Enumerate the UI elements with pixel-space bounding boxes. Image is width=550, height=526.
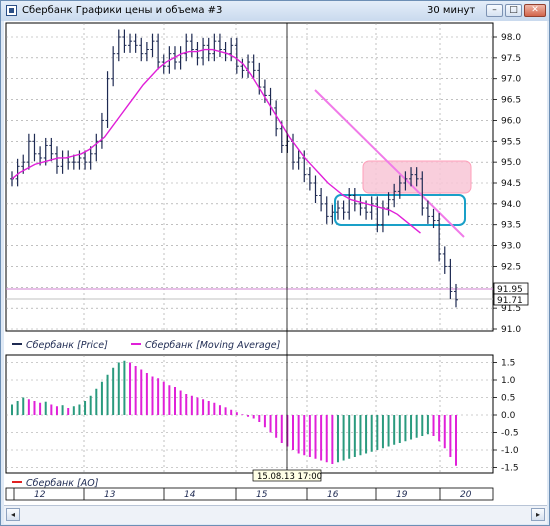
chart-window: Сбербанк Графики цены и объема #3 30 мин… bbox=[0, 0, 550, 526]
close-icon: ✕ bbox=[531, 5, 539, 15]
maximize-icon: □ bbox=[509, 5, 518, 15]
bid-price-value: 91.71 bbox=[497, 296, 523, 306]
interval-label[interactable]: 30 минут bbox=[427, 5, 475, 16]
time-axis bbox=[5, 487, 494, 501]
ma-legend-label: Сбербанк [Moving Average] bbox=[145, 340, 281, 351]
day-label: 15 bbox=[256, 490, 268, 500]
price-tick-label: 98.0 bbox=[501, 33, 521, 43]
chart-canvas[interactable]: 98.0 97.5 97.0 96.5 96.0 95.5 95.0 94.5 94.0 93.5… bbox=[4, 21, 547, 505]
arrow-right-icon: ▸ bbox=[535, 510, 540, 519]
ao-legend-label: Сбербанк [AO] bbox=[26, 478, 99, 489]
price-tick-label: 97.0 bbox=[501, 75, 521, 85]
close-button[interactable]: ✕ bbox=[524, 4, 546, 17]
price-tick-label: 92.5 bbox=[501, 262, 521, 272]
day-label: 20 bbox=[460, 490, 472, 500]
day-label: 16 bbox=[327, 490, 339, 500]
minimize-button[interactable]: – bbox=[486, 4, 503, 17]
price-legend-label: Сбербанк [Price] bbox=[26, 340, 108, 351]
ao-tick-label: 0.0 bbox=[501, 411, 516, 421]
scroll-right-button[interactable]: ▸ bbox=[531, 508, 545, 521]
window-title: Сбербанк Графики цены и объема #3 bbox=[22, 5, 223, 16]
title-bar[interactable]: Сбербанк Графики цены и объема #3 30 мин… bbox=[1, 1, 549, 21]
last-price-value: 91.95 bbox=[497, 285, 523, 295]
cursor-time-label: 15.08.13 17:00 bbox=[257, 472, 322, 482]
ao-tick-label: 0.5 bbox=[501, 394, 515, 404]
day-label: 14 bbox=[184, 490, 196, 500]
day-label: 13 bbox=[104, 490, 116, 500]
price-tick-label: 95.5 bbox=[501, 137, 521, 147]
price-tick-label: 95.0 bbox=[501, 158, 521, 168]
arrow-left-icon: ◂ bbox=[10, 510, 15, 519]
ao-tick-label: 1.5 bbox=[501, 359, 515, 369]
maximize-button[interactable]: □ bbox=[505, 4, 522, 17]
minimize-icon: – bbox=[492, 5, 497, 15]
price-tick-label: 93.5 bbox=[501, 221, 521, 231]
day-label: 19 bbox=[396, 490, 408, 500]
ao-tick-label: 1.0 bbox=[501, 376, 516, 386]
chart-area[interactable]: 98.0 97.5 97.0 96.5 96.0 95.5 95.0 94.5 94.0 93.5… bbox=[4, 21, 547, 523]
ao-tick-label: -0.5 bbox=[501, 429, 519, 439]
price-tick-label: 94.0 bbox=[501, 200, 521, 210]
ao-tick-label: -1.5 bbox=[501, 464, 519, 474]
price-tick-label: 96.5 bbox=[501, 96, 521, 106]
ao-tick-label: -1.0 bbox=[501, 446, 519, 456]
day-label: 12 bbox=[34, 490, 46, 500]
price-tick-label: 91.0 bbox=[501, 325, 521, 335]
price-tick-label: 93.0 bbox=[501, 242, 521, 252]
ao-y-axis: 1.5 1.0 0.5 0.0 -0.5 -1.0 -1.5 bbox=[493, 359, 519, 474]
price-tick-label: 97.5 bbox=[501, 54, 521, 64]
price-tick-label: 96.0 bbox=[501, 116, 521, 126]
chart-icon bbox=[6, 5, 17, 16]
price-tick-label: 94.5 bbox=[501, 179, 521, 189]
scroll-left-button[interactable]: ◂ bbox=[6, 508, 20, 521]
horizontal-scrollbar[interactable]: ◂ ▸ bbox=[4, 505, 547, 524]
